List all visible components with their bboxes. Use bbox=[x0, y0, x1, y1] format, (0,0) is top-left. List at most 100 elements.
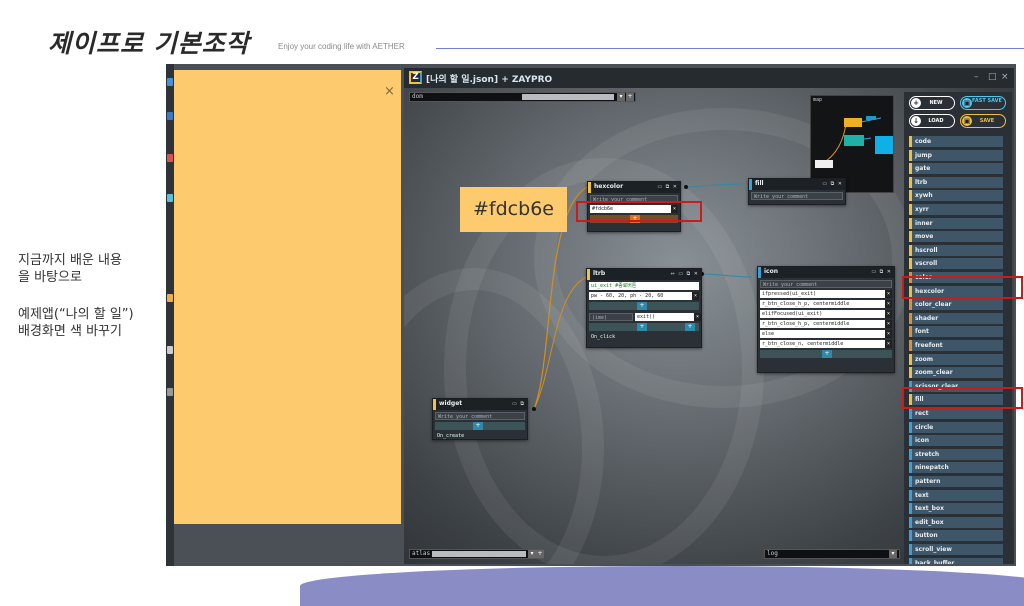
ltrb-event-type[interactable]: (ime) bbox=[589, 313, 633, 321]
sidebar-command-freefont[interactable]: freefont bbox=[909, 340, 1003, 351]
node-controls-icon[interactable]: ▭ ⧉ ✕ bbox=[871, 269, 892, 275]
close-icon[interactable]: × bbox=[692, 292, 699, 300]
node-widget[interactable]: widget ▭ ⧉ Write your comment On_create + bbox=[432, 398, 528, 440]
desktop-taskbar bbox=[166, 64, 174, 566]
sidebar-command-xywh[interactable]: xywh bbox=[909, 190, 1003, 202]
ltrb-coords-input[interactable]: pw - 60, 20, ph - 20, 60 × bbox=[589, 292, 699, 300]
desktop-icon[interactable] bbox=[167, 194, 173, 202]
icon-row-text: r_btn_close_n, centermiddle bbox=[762, 341, 844, 347]
screenshot: × Z [나의 할 일.json] + ZAYPRO – □ × dom ▾ +… bbox=[166, 64, 1016, 566]
close-icon[interactable]: × bbox=[885, 300, 892, 308]
sidebar-command-shader[interactable]: shader bbox=[909, 312, 1003, 324]
sidebar-command-stretch[interactable]: stretch bbox=[909, 448, 1003, 460]
desktop-icon[interactable] bbox=[167, 346, 173, 354]
sidebar-command-text[interactable]: text bbox=[909, 489, 1003, 501]
ltrb-event-action[interactable]: exit() × bbox=[635, 313, 701, 321]
sidebar-command-gate[interactable]: gate bbox=[909, 163, 1003, 175]
icon-comment-input[interactable]: Write your comment bbox=[760, 280, 892, 288]
sidebar-command-scroll-view[interactable]: scroll_view bbox=[909, 544, 1003, 555]
plus-icon[interactable]: + bbox=[822, 350, 832, 358]
sidebar-command-zoom[interactable]: zoom bbox=[909, 353, 1003, 365]
plus-icon[interactable]: + bbox=[473, 422, 483, 430]
icon-row[interactable]: r_btn_close_h_p, centermiddle × bbox=[760, 320, 892, 328]
close-icon[interactable]: × bbox=[885, 290, 892, 298]
maximize-button[interactable]: □ bbox=[988, 72, 997, 82]
close-button[interactable]: × bbox=[1001, 72, 1009, 82]
sidebar-command-ninepatch[interactable]: ninepatch bbox=[909, 462, 1003, 474]
close-icon[interactable]: × bbox=[384, 84, 395, 99]
node-controls-icon[interactable]: ▭ ⧉ ✕ bbox=[657, 184, 678, 190]
sidebar-command-color-clear[interactable]: color_clear bbox=[909, 299, 1003, 311]
icon-row[interactable]: ifpressed(ui_exit) × bbox=[760, 290, 892, 298]
icon-row[interactable]: r_btn_close_h_p, centermiddle × bbox=[760, 300, 892, 308]
node-ltrb-header[interactable]: ltrb ⇔ ▭ ⧉ ✕ bbox=[587, 269, 701, 280]
sidebar-command-zoom-clear[interactable]: zoom_clear bbox=[909, 367, 1003, 379]
sidebar-command-font[interactable]: font bbox=[909, 326, 1003, 338]
atlas-bar-scroll[interactable] bbox=[432, 551, 526, 557]
atlas-bar-plus[interactable]: + bbox=[536, 550, 544, 558]
node-icon-header[interactable]: icon ▭ ⧉ ✕ bbox=[758, 267, 894, 278]
desktop-icon[interactable] bbox=[167, 154, 173, 162]
fast-save-button[interactable]: ▣ FAST SAVE bbox=[960, 96, 1006, 110]
atlas-bar[interactable]: atlas ▾ + bbox=[409, 549, 544, 559]
sidebar-command-icon[interactable]: icon bbox=[909, 435, 1003, 447]
node-hexcolor-header[interactable]: hexcolor ▭ ⧉ ✕ bbox=[588, 182, 680, 193]
widget-comment-input[interactable]: Write your comment bbox=[435, 412, 525, 420]
desktop-icon[interactable] bbox=[167, 294, 173, 302]
node-widget-header[interactable]: widget ▭ ⧉ bbox=[433, 399, 527, 410]
close-icon[interactable]: × bbox=[885, 320, 892, 328]
sidebar-command-edit-box[interactable]: edit_box bbox=[909, 516, 1003, 528]
node-fill[interactable]: fill ▭ ⧉ ✕ Write your comment bbox=[748, 178, 846, 205]
node-fill-header[interactable]: fill ▭ ⧉ ✕ bbox=[749, 179, 845, 190]
node-icon[interactable]: icon ▭ ⧉ ✕ Write your comment ifpressed(… bbox=[757, 266, 895, 373]
sidebar-command-vscroll[interactable]: vscroll bbox=[909, 258, 1003, 270]
plus-icon[interactable]: + bbox=[685, 323, 695, 331]
icon-row[interactable]: r_btn_close_n, centermiddle × bbox=[760, 340, 892, 348]
node-controls-icon[interactable]: ▭ ⧉ bbox=[512, 401, 525, 407]
ltrb-event-row: (ime) exit() × bbox=[589, 313, 701, 321]
load-button[interactable]: ↓ LOAD bbox=[909, 114, 955, 128]
icon-row[interactable]: elifFocused(ui_exit) × bbox=[760, 310, 892, 318]
ltrb-name-input[interactable]: ui_exit #종료버튼 bbox=[589, 282, 699, 290]
minimize-button[interactable]: – bbox=[974, 72, 979, 82]
new-button[interactable]: + NEW bbox=[909, 96, 955, 110]
fill-comment-input[interactable]: Write your comment bbox=[751, 192, 843, 200]
sidebar-command-jump[interactable]: jump bbox=[909, 149, 1003, 161]
log-bar[interactable]: log ▾ bbox=[764, 549, 900, 559]
desktop-icon[interactable] bbox=[167, 388, 173, 396]
atlas-bar-button[interactable]: ▾ bbox=[528, 550, 536, 558]
sidebar-command-code[interactable]: code bbox=[909, 136, 1003, 147]
sidebar-command-pattern[interactable]: pattern bbox=[909, 476, 1003, 487]
sidebar-command-inner[interactable]: inner bbox=[909, 217, 1003, 229]
log-bar-button[interactable]: ▾ bbox=[889, 550, 897, 558]
desktop-icon[interactable] bbox=[167, 78, 173, 86]
sidebar-command-hscroll[interactable]: hscroll bbox=[909, 244, 1003, 256]
sidebar-command-rect[interactable]: rect bbox=[909, 408, 1003, 419]
node-ltrb[interactable]: ltrb ⇔ ▭ ⧉ ✕ ui_exit #종료버튼 pw - 60, 20, … bbox=[586, 268, 702, 348]
close-icon[interactable]: × bbox=[694, 313, 701, 321]
sidebar-command-text-box[interactable]: text_box bbox=[909, 503, 1003, 515]
node-fill-title: fill bbox=[755, 180, 764, 187]
close-icon[interactable]: × bbox=[885, 340, 892, 348]
desktop-icon[interactable] bbox=[167, 112, 173, 120]
save-icon: ▣ bbox=[962, 98, 972, 108]
node-controls-icon[interactable]: ▭ ⧉ ✕ bbox=[822, 181, 843, 187]
sidebar-command-ltrb[interactable]: ltrb bbox=[909, 176, 1003, 188]
sidebar-command-circle[interactable]: circle bbox=[909, 421, 1003, 433]
sidebar-command-xyrr[interactable]: xyrr bbox=[909, 204, 1003, 215]
ltrb-click-row: On_click + + bbox=[589, 323, 699, 340]
sidebar-command-button[interactable]: button bbox=[909, 530, 1003, 542]
close-icon[interactable]: × bbox=[885, 330, 892, 338]
plus-circle-icon: + bbox=[911, 98, 921, 108]
save-button[interactable]: ▣ SAVE bbox=[960, 114, 1006, 128]
download-icon: ↓ bbox=[911, 116, 921, 126]
sidebar-command-back-buffer[interactable]: back_buffer bbox=[909, 557, 1003, 564]
close-icon[interactable]: × bbox=[885, 310, 892, 318]
side-note-1: 지금까지 배운 내용 bbox=[18, 253, 122, 268]
callout-hexcolor: #fdcb6e bbox=[460, 187, 567, 232]
plus-icon[interactable]: + bbox=[637, 323, 647, 331]
sidebar-command-move[interactable]: move bbox=[909, 231, 1003, 243]
icon-row[interactable]: else × bbox=[760, 330, 892, 338]
plus-icon[interactable]: + bbox=[637, 302, 647, 310]
node-controls-icon[interactable]: ⇔ ▭ ⧉ ✕ bbox=[671, 271, 699, 277]
